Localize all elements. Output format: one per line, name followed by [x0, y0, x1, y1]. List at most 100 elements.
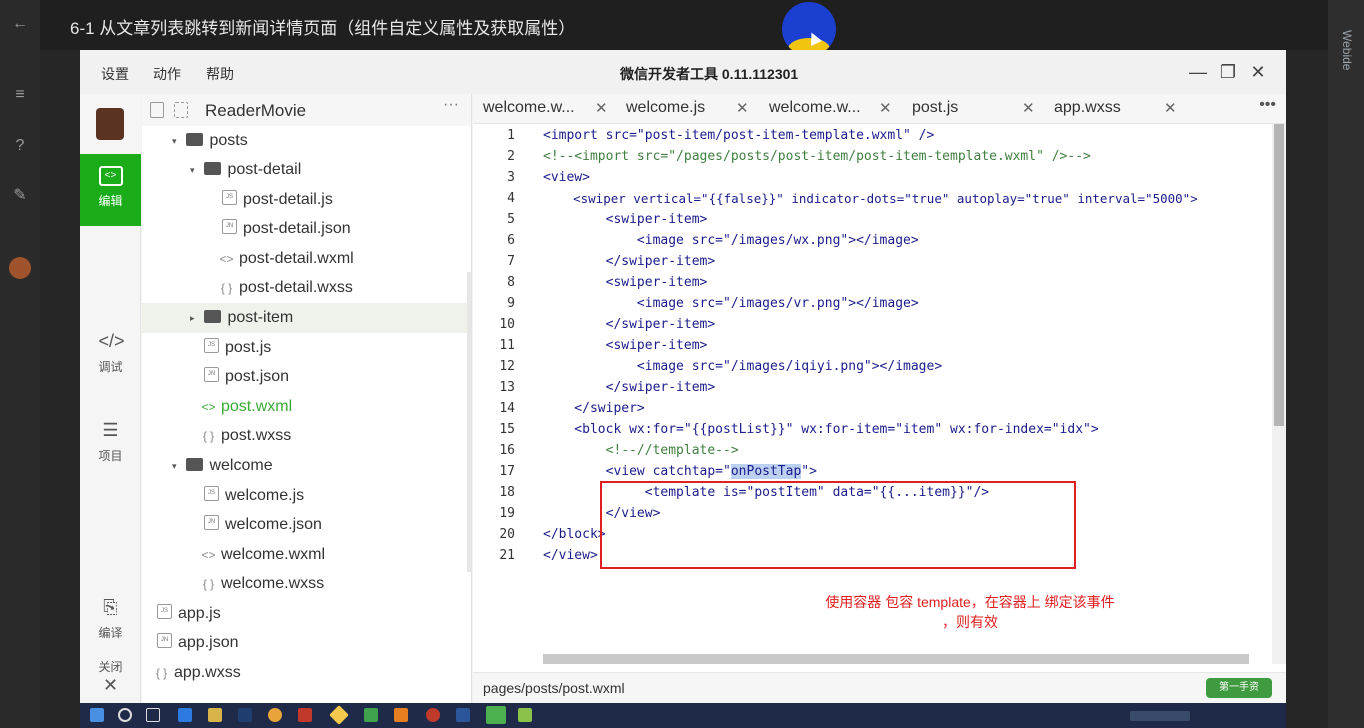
start-icon[interactable] [90, 708, 104, 722]
minimize-icon[interactable]: — [1186, 60, 1210, 84]
debug-icon: </> [98, 331, 125, 351]
chrome-icon[interactable] [268, 708, 282, 722]
menu-icon[interactable]: ≡ [11, 86, 29, 104]
menu-help[interactable]: 帮助 [206, 64, 234, 84]
tree-folder-welcome[interactable]: ▾ welcome [172, 451, 273, 481]
toolbar-close[interactable]: ✕ [80, 674, 141, 703]
vertical-scrollbar[interactable] [1272, 124, 1286, 664]
tree-file[interactable]: JS app.js [157, 599, 221, 629]
tree-file[interactable]: JS post-detail.js [222, 185, 333, 215]
word-icon[interactable] [456, 708, 470, 722]
cursor-highlight [782, 2, 836, 56]
tree-file[interactable]: JS post.js [204, 333, 271, 363]
pencil-icon[interactable]: ✎ [11, 187, 29, 205]
webide-label[interactable]: Webide [1340, 30, 1354, 70]
chevron-down-icon: ▾ [172, 461, 177, 471]
tab-close-icon[interactable]: ✕ [879, 99, 892, 117]
code-line: </swiper-item> [543, 317, 716, 332]
tab-app-wxss[interactable]: app.wxss ✕ [1054, 99, 1177, 117]
app-icon[interactable] [364, 708, 378, 722]
toolbar-close-label: 关闭 [98, 660, 123, 674]
app-icon[interactable] [394, 708, 408, 722]
tree-file[interactable]: { } welcome.wxss [200, 569, 324, 599]
tree-folder-post-detail[interactable]: ▾ post-detail [190, 155, 301, 185]
phone-icon[interactable] [150, 102, 164, 118]
tree-scrollbar[interactable] [467, 272, 471, 572]
code-area[interactable]: 1 2 3 4 5 6 7 8 9 10 11 12 13 14 15 16 1… [473, 124, 1286, 664]
avatar[interactable] [9, 257, 31, 279]
tree-file[interactable]: <> welcome.wxml [200, 540, 325, 570]
line-number: 16 [499, 443, 515, 458]
close-window-icon[interactable]: ✕ [1246, 60, 1270, 84]
tree-file[interactable]: JN app.json [157, 628, 239, 658]
scroll-thumb[interactable] [1274, 124, 1284, 426]
hierarchy-icon[interactable] [174, 102, 188, 118]
toolbar-edit-label: 编辑 [98, 194, 123, 208]
tree-file[interactable]: { } app.wxss [153, 658, 241, 688]
folder-icon [204, 161, 222, 175]
edge-icon[interactable] [178, 708, 192, 722]
line-number: 3 [507, 170, 515, 185]
tab-close-icon[interactable]: ✕ [736, 99, 749, 117]
tab-close-icon[interactable]: ✕ [595, 99, 608, 117]
tab-close-icon[interactable]: ✕ [1164, 99, 1177, 117]
tree-file-active[interactable]: <> post.wxml [200, 392, 292, 422]
tree-folder-posts[interactable]: ▾ posts [172, 126, 248, 156]
horizontal-scrollbar[interactable] [543, 654, 1249, 664]
line-number: 20 [499, 527, 515, 542]
wxss-file-icon: { } [202, 577, 215, 591]
close-icon: ✕ [102, 675, 119, 695]
tab-welcome-js[interactable]: welcome.js ✕ [626, 99, 749, 117]
tab-post-js[interactable]: post.js ✕ [912, 99, 1035, 117]
taskbar [80, 703, 1286, 728]
tree-file[interactable]: JS welcome.js [204, 481, 304, 511]
code-line: <view catchtap="onPostTap"> [543, 464, 817, 479]
tree-file[interactable]: { } post.wxss [200, 421, 291, 451]
menu-actions[interactable]: 动作 [153, 64, 181, 84]
tree-file[interactable]: JN post-detail.json [222, 214, 351, 244]
task-view-icon[interactable] [146, 708, 160, 722]
app-icon[interactable] [298, 708, 312, 722]
search-icon[interactable] [118, 708, 132, 722]
wxml-file-icon: <> [201, 548, 216, 562]
player-right-rail: Webide [1328, 0, 1364, 728]
system-tray[interactable] [1130, 711, 1190, 721]
tabs-more-icon[interactable]: ••• [1259, 96, 1276, 114]
wxml-file-icon: <> [201, 400, 216, 414]
code-line: <!--<import src="/pages/posts/post-item/… [543, 149, 1091, 164]
photoshop-icon[interactable] [238, 708, 252, 722]
tree-header: ReaderMovie ··· [142, 94, 471, 126]
js-file-icon: JS [222, 190, 237, 206]
code-line: <image src="/images/vr.png"></image> [543, 296, 919, 311]
tree-file[interactable]: { } post-detail.wxss [218, 273, 353, 303]
wechat-devtools-icon[interactable] [486, 706, 506, 724]
line-number: 12 [499, 359, 515, 374]
tab-close-icon[interactable]: ✕ [1022, 99, 1035, 117]
back-arrow-icon[interactable]: ← [11, 15, 29, 33]
tab-welcome-wxss[interactable]: welcome.w... ✕ [769, 99, 892, 117]
line-number: 4 [507, 191, 515, 206]
help-icon[interactable]: ? [11, 137, 29, 155]
tree-file[interactable]: <> post-detail.wxml [218, 244, 353, 274]
logo-image-icon [96, 108, 124, 140]
explorer-icon[interactable] [208, 708, 222, 722]
toolbar-debug[interactable]: </> 调试 [80, 318, 141, 390]
editor-tabs: welcome.w... ✕ welcome.js ✕ welcome.w... ✕ … [473, 94, 1286, 124]
folder-icon [186, 457, 204, 471]
app-icon[interactable] [329, 705, 349, 725]
tree-file[interactable]: JN post.json [204, 362, 289, 392]
app-icon[interactable] [518, 708, 532, 722]
maximize-icon[interactable]: ❐ [1216, 60, 1240, 84]
tab-welcome-wxml[interactable]: welcome.w... ✕ [483, 99, 608, 117]
toolbar-compile[interactable]: ⎘ 编译 [80, 584, 141, 656]
tree-file[interactable]: JN welcome.json [204, 510, 322, 540]
js-file-icon: JS [204, 486, 219, 502]
line-number: 14 [499, 401, 515, 416]
tree-folder-post-item[interactable]: ▸ post-item [142, 303, 468, 333]
video-title: 6-1 从文章列表跳转到新闻详情页面（组件自定义属性及获取属性） [70, 19, 576, 38]
toolbar-edit[interactable]: <> 编辑 [80, 154, 141, 226]
toolbar-project[interactable]: ☰ 项目 [80, 407, 141, 479]
app-icon[interactable] [426, 708, 440, 722]
more-icon[interactable]: ··· [443, 96, 459, 114]
menu-settings[interactable]: 设置 [101, 64, 129, 84]
